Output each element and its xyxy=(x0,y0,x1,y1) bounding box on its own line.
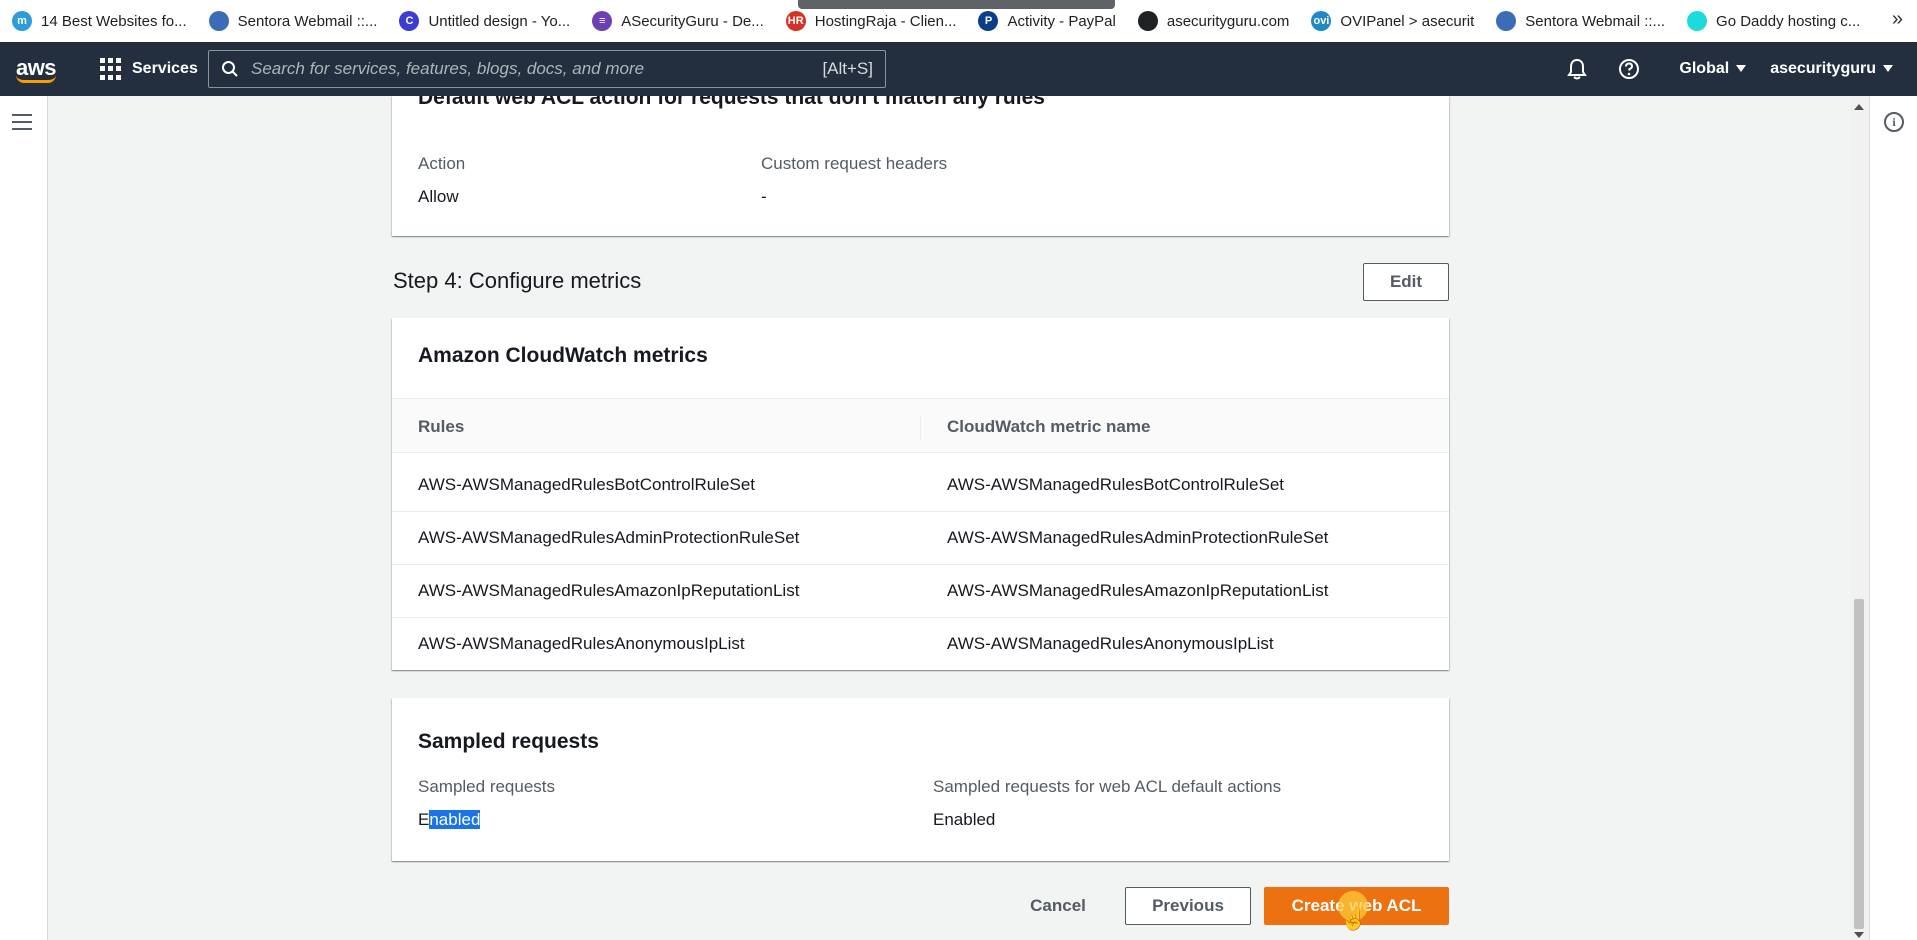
column-header-rules[interactable]: Rules xyxy=(418,417,464,437)
tab-strip-sliver xyxy=(798,0,1115,9)
sampled-requests-value: Enabled xyxy=(418,810,481,830)
metric-name-cell: AWS-AWSManagedRulesAmazonIpReputationLis… xyxy=(947,581,1329,600)
bookmark-label: Go Daddy hosting c... xyxy=(1716,12,1861,30)
table-row: AWS-AWSManagedRulesBotControlRuleSet AWS-… xyxy=(392,459,1449,512)
bookmark-item[interactable]: Go Daddy hosting c... xyxy=(1687,11,1860,31)
caret-down-icon xyxy=(1883,65,1893,73)
bookmark-label: OVIPanel > asecurit xyxy=(1340,12,1475,30)
rule-name-cell: AWS-AWSManagedRulesBotControlRuleSet xyxy=(418,475,755,494)
cloudwatch-panel-title: Amazon CloudWatch metrics xyxy=(418,344,708,367)
create-web-acl-button[interactable]: Create web ACL xyxy=(1264,887,1449,925)
default-actions-sampled-value: Enabled xyxy=(933,810,996,829)
metric-name-cell: AWS-AWSManagedRulesAnonymousIpList xyxy=(947,634,1274,653)
globe-icon xyxy=(1137,11,1158,31)
right-tools-rail: i xyxy=(1869,96,1917,940)
table-row: AWS-AWSManagedRulesAmazonIpReputationLis… xyxy=(392,565,1449,618)
services-menu-button[interactable]: Services xyxy=(100,58,198,80)
bookmark-label: HostingRaja - Clien... xyxy=(814,12,957,30)
aws-top-nav: aws Services [Alt+S] Global asecuritygur… xyxy=(0,42,1917,96)
paypal-icon: P xyxy=(978,11,999,31)
nav-right-group: Global asecurityguru xyxy=(1551,42,1917,96)
webmail-globe-icon xyxy=(208,11,229,31)
custom-headers-label: Custom request headers xyxy=(761,154,948,173)
bookmark-item[interactable]: Sentora Webmail ::... xyxy=(1496,11,1665,31)
default-actions-sampled-label: Sampled requests for web ACL default act… xyxy=(933,777,1282,796)
sampled-requests-panel: Sampled requests Sampled requests Enable… xyxy=(392,698,1449,861)
sampled-requests-title: Sampled requests xyxy=(418,730,599,753)
table-header: Rules CloudWatch metric name xyxy=(392,398,1449,453)
grid-icon xyxy=(100,58,122,80)
bookmark-label: ASecurityGuru - De... xyxy=(621,12,764,30)
custom-headers-value: - xyxy=(761,187,767,206)
rule-name-cell: AWS-AWSManagedRulesAnonymousIpList xyxy=(418,634,745,653)
godaddy-icon xyxy=(1687,11,1708,31)
step4-title: Step 4: Configure metrics xyxy=(393,268,642,293)
bookmark-item[interactable]: asecurityguru.com xyxy=(1137,11,1290,31)
left-navigation-rail xyxy=(0,96,48,940)
table-row: AWS-AWSManagedRulesAdminProtectionRuleSe… xyxy=(392,512,1449,565)
bookmark-item[interactable]: ovi OVIPanel > asecurit xyxy=(1311,11,1474,31)
cancel-button[interactable]: Cancel xyxy=(1010,887,1106,925)
search-icon xyxy=(222,61,238,77)
bookmark-label: asecurityguru.com xyxy=(1166,12,1290,30)
rule-name-cell: AWS-AWSManagedRulesAdminProtectionRuleSe… xyxy=(418,528,800,547)
bookmark-item[interactable]: ≡ ASecurityGuru - De... xyxy=(592,11,764,31)
column-divider xyxy=(920,415,921,439)
bookmark-label: Sentora Webmail ::... xyxy=(237,12,378,30)
hr-logo-icon: HR xyxy=(785,11,806,31)
action-value: Allow xyxy=(418,187,459,206)
metric-name-cell: AWS-AWSManagedRulesAdminProtectionRuleSe… xyxy=(947,528,1329,547)
aws-logo[interactable]: aws xyxy=(0,42,72,96)
search-input[interactable] xyxy=(251,59,823,79)
bookmark-label: Activity - PayPal xyxy=(1007,12,1116,30)
account-menu[interactable]: asecurityguru xyxy=(1770,60,1893,78)
aws-smile-icon xyxy=(16,75,56,83)
table-row: AWS-AWSManagedRulesAnonymousIpList AWS-AW… xyxy=(392,618,1449,671)
info-icon[interactable]: i xyxy=(1884,112,1904,132)
bookmark-item[interactable]: HR HostingRaja - Clien... xyxy=(785,11,957,31)
bookmarks-overflow-icon[interactable]: » xyxy=(1892,8,1903,31)
region-selector[interactable]: Global xyxy=(1679,60,1747,78)
search-shortcut-hint: [Alt+S] xyxy=(822,59,873,78)
scroll-up-arrow-icon[interactable] xyxy=(1854,104,1864,110)
menu-icon[interactable] xyxy=(12,114,32,130)
bookmark-label: Untitled design - Yo... xyxy=(428,12,571,30)
search-box[interactable]: [Alt+S] xyxy=(208,50,886,88)
bookmark-item[interactable]: C Untitled design - Yo... xyxy=(399,11,570,31)
selected-text-highlight: nabled xyxy=(429,810,481,829)
previous-button[interactable]: Previous xyxy=(1125,887,1251,925)
canva-icon: C xyxy=(399,11,420,31)
help-button[interactable] xyxy=(1603,42,1655,96)
help-icon xyxy=(1619,59,1640,79)
cloudwatch-metrics-panel: Amazon CloudWatch metrics Rules CloudWat… xyxy=(392,318,1449,670)
action-label: Action xyxy=(418,154,466,173)
bell-icon xyxy=(1567,58,1588,80)
column-header-metric-name[interactable]: CloudWatch metric name xyxy=(947,417,1150,437)
edit-button[interactable]: Edit xyxy=(1363,263,1449,301)
account-label: asecurityguru xyxy=(1770,60,1876,77)
sampled-value-first-letter: E xyxy=(418,810,430,829)
bookmark-label: 14 Best Websites fo... xyxy=(41,12,187,30)
caret-down-icon xyxy=(1736,65,1747,73)
ovipanel-icon: ovi xyxy=(1311,11,1332,31)
webmail-globe-icon xyxy=(1496,11,1517,31)
rule-name-cell: AWS-AWSManagedRulesAmazonIpReputationLis… xyxy=(418,581,800,600)
default-action-panel: Default web ACL action for requests that… xyxy=(392,96,1449,236)
bookmark-label: Sentora Webmail ::... xyxy=(1525,12,1666,30)
metric-name-cell: AWS-AWSManagedRulesBotControlRuleSet xyxy=(947,475,1284,494)
scrollbar-thumb[interactable] xyxy=(1854,599,1864,929)
notifications-bell-button[interactable] xyxy=(1551,42,1603,96)
sampled-requests-label: Sampled requests xyxy=(418,777,556,796)
bookmark-item[interactable]: m 14 Best Websites fo... xyxy=(12,11,187,31)
scroll-down-arrow-icon[interactable] xyxy=(1854,932,1864,938)
region-label: Global xyxy=(1679,60,1730,77)
services-label: Services xyxy=(132,60,198,77)
default-action-title: Default web ACL action for requests that… xyxy=(418,96,1045,109)
form-icon: ≡ xyxy=(592,11,613,31)
bookmark-item[interactable]: P Activity - PayPal xyxy=(978,11,1116,31)
bookmark-item[interactable]: Sentora Webmail ::... xyxy=(208,11,378,31)
m-circle-icon: m xyxy=(12,11,32,31)
page-scrollbar[interactable] xyxy=(1850,96,1868,940)
